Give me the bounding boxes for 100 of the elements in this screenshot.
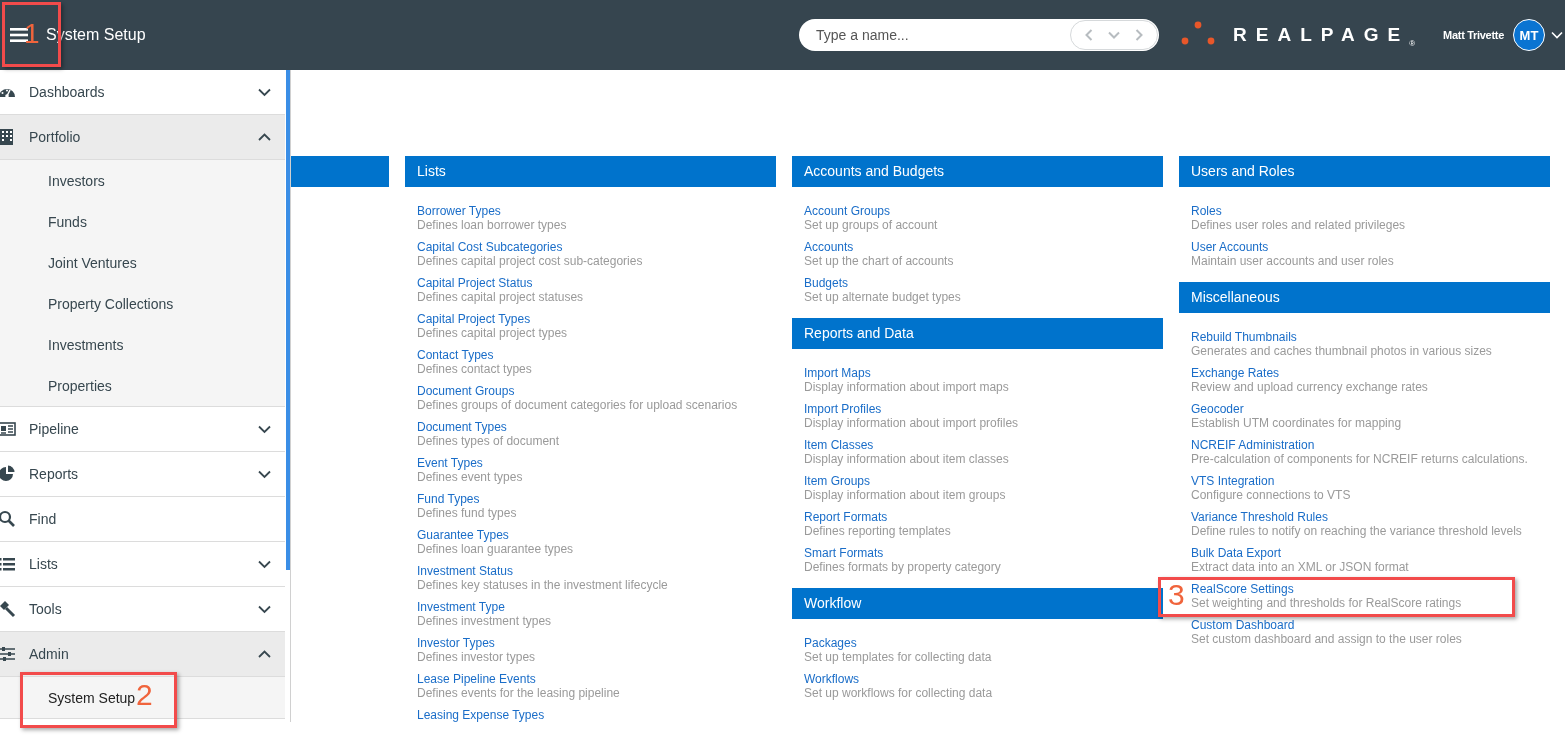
submenu-item[interactable]: Properties: [48, 376, 112, 395]
setup-link[interactable]: Investment Status: [417, 564, 514, 578]
chevron-down-icon: [1108, 31, 1120, 39]
link-description: Set up templates for collecting data: [804, 650, 992, 664]
link-description: Defines loan guarantee types: [417, 542, 574, 556]
hammer-icon: [0, 600, 16, 618]
sidebar-item-label: Find: [29, 511, 58, 527]
user-avatar[interactable]: MT: [1513, 19, 1545, 51]
scrollbar-thumb[interactable]: [286, 70, 290, 570]
setup-link[interactable]: Custom Dashboard: [1191, 618, 1295, 632]
setup-link[interactable]: Lease Pipeline Events: [417, 672, 536, 686]
setup-link[interactable]: Borrower Types: [417, 204, 501, 218]
submenu-item[interactable]: Funds: [48, 212, 87, 231]
trademark-mark: ®: [1409, 39, 1416, 48]
setup-link[interactable]: Budgets: [804, 276, 849, 290]
sidebar-item-label: Reports: [29, 466, 80, 482]
link-description: Display information about import profiles: [804, 416, 1019, 430]
chevron-down-icon: [258, 604, 271, 614]
setup-link[interactable]: Smart Formats: [804, 546, 884, 560]
search-bar[interactable]: Type a name...: [799, 19, 1159, 51]
setup-link[interactable]: Workflows: [804, 672, 860, 686]
submenu-item[interactable]: Investments: [48, 335, 124, 354]
sidebar-item[interactable]: Portfolio: [0, 115, 285, 160]
sidebar-item-label: Dashboards: [29, 84, 106, 100]
chevron-down-icon: [258, 559, 271, 569]
link-description: Define rules to notify on reaching the variance threshold levels: [1191, 524, 1522, 538]
chevron-down-icon: [258, 87, 271, 97]
setup-link[interactable]: Account Groups: [804, 204, 891, 218]
setup-link[interactable]: Capital Project Status: [417, 276, 533, 290]
section-header: Miscellaneous: [1179, 282, 1550, 313]
setup-link[interactable]: Import Profiles: [804, 402, 882, 416]
link-description: Generates and caches thumbnail photos in various sizes: [1191, 344, 1492, 358]
setup-link[interactable]: Item Groups: [804, 474, 871, 488]
link-description: Configure connections to VTS: [1191, 488, 1351, 502]
setup-link[interactable]: Leasing Expense Types: [417, 708, 545, 722]
link-description: Review and upload currency exchange rates: [1191, 380, 1428, 394]
link-description: Set weighting and thresholds for RealScore ratings: [1191, 596, 1462, 610]
link-description: Pre-calculation of components for NCREIF returns calculations.: [1191, 452, 1528, 466]
link-description: Defines investor types: [417, 650, 536, 664]
callout-number: 2: [136, 680, 153, 710]
section-header: Workflow: [792, 588, 1163, 619]
user-name[interactable]: Matt Trivette: [1443, 29, 1504, 41]
setup-link[interactable]: Bulk Data Export: [1191, 546, 1282, 560]
section-header: Accounts and Budgets: [792, 156, 1163, 187]
setup-link[interactable]: NCREIF Administration: [1191, 438, 1315, 452]
setup-link[interactable]: Geocoder: [1191, 402, 1244, 416]
link-description: Extract data into an XML or JSON format: [1191, 560, 1409, 574]
link-description: Display information about import maps: [804, 380, 1009, 394]
search-icon: [0, 510, 16, 528]
setup-link[interactable]: Variance Threshold Rules: [1191, 510, 1328, 524]
setup-link[interactable]: Document Types: [417, 420, 507, 434]
setup-link[interactable]: Investment Type: [417, 600, 505, 614]
link-description: Set up alternate budget types: [804, 290, 961, 304]
setup-link[interactable]: VTS Integration: [1191, 474, 1275, 488]
setup-link[interactable]: Rebuild Thumbnails: [1191, 330, 1297, 344]
chevron-down-icon: [258, 424, 271, 434]
link-description: Set up workflows for collecting data: [804, 686, 993, 700]
setup-link[interactable]: Fund Types: [417, 492, 480, 506]
setup-link[interactable]: Investor Types: [417, 636, 495, 650]
setup-link[interactable]: Packages: [804, 636, 857, 650]
setup-link[interactable]: Guarantee Types: [417, 528, 509, 542]
section-header: Users and Roles: [1179, 156, 1550, 187]
setup-link[interactable]: Roles: [1191, 204, 1222, 218]
sliders-icon: [0, 645, 16, 663]
sidebar-item-label: Tools: [29, 601, 63, 617]
setup-link[interactable]: RealScore Settings: [1191, 582, 1294, 596]
sidebar-item-label: Pipeline: [29, 421, 80, 437]
link-description: Maintain user accounts and user roles: [1191, 254, 1394, 268]
link-description: Display information about item groups: [804, 488, 1006, 502]
submenu-item[interactable]: Investors: [48, 171, 105, 190]
link-description: Defines formats by property category: [804, 560, 1001, 574]
link-description: Defines capital project types: [417, 326, 568, 340]
link-description: Defines groups of document categories for upload scenarios: [417, 398, 738, 412]
submenu-item[interactable]: Property Collections: [48, 294, 174, 313]
chevron-up-icon: [258, 132, 271, 142]
link-description: Set custom dashboard and assign to the user roles: [1191, 632, 1462, 646]
link-description: Defines capital project statuses: [417, 290, 584, 304]
sidebar-item[interactable]: Admin: [0, 632, 285, 677]
setup-link[interactable]: Item Classes: [804, 438, 874, 452]
setup-link[interactable]: Accounts: [804, 240, 854, 254]
link-description: Defines event types: [417, 470, 523, 484]
setup-link[interactable]: Report Formats: [804, 510, 888, 524]
submenu-item[interactable]: System Setup: [48, 688, 136, 707]
setup-link[interactable]: Capital Cost Subcategories: [417, 240, 563, 254]
setup-link[interactable]: Document Groups: [417, 384, 515, 398]
setup-link[interactable]: Event Types: [417, 456, 483, 470]
setup-link[interactable]: Capital Project Types: [417, 312, 531, 326]
link-description: Defines loan borrower types: [417, 218, 567, 232]
chevron-up-icon: [258, 649, 271, 659]
setup-link[interactable]: Exchange Rates: [1191, 366, 1280, 380]
sidebar-item-label: Lists: [29, 556, 59, 572]
sidebar-item-label: Admin: [29, 646, 70, 662]
chevron-left-icon: [1084, 29, 1093, 41]
link-description: Defines contact types: [417, 362, 532, 376]
setup-link[interactable]: Contact Types: [417, 348, 494, 362]
setup-link[interactable]: User Accounts: [1191, 240, 1269, 254]
section-header: Lists: [405, 156, 776, 187]
setup-link[interactable]: Import Maps: [804, 366, 871, 380]
link-description: Establish UTM coordinates for mapping: [1191, 416, 1402, 430]
submenu-item[interactable]: Joint Ventures: [48, 253, 137, 272]
